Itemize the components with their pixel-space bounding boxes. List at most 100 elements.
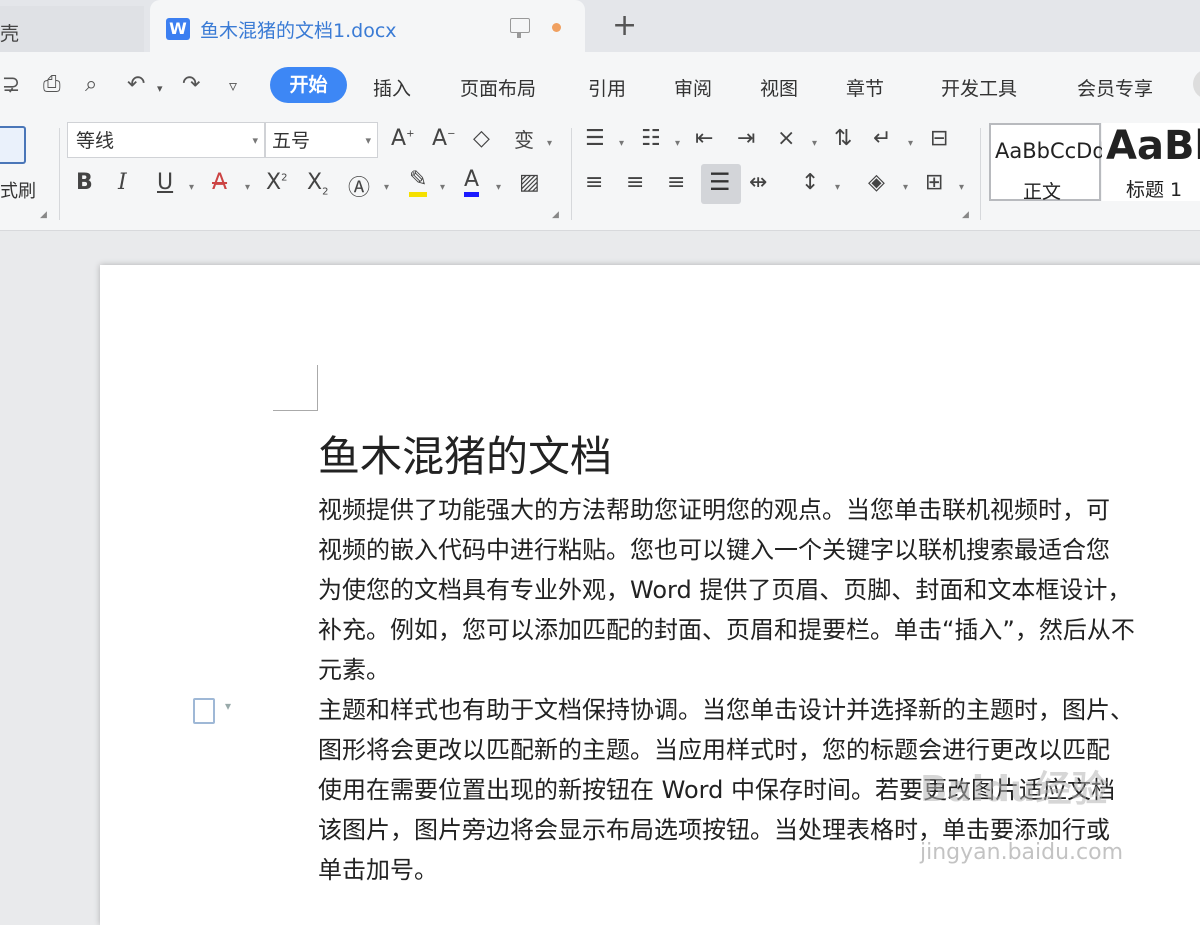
- text-line: 为使您的文档具有专业外观，Word 提供了页眉、页脚、封面和文本框设计，: [318, 576, 1132, 604]
- text-effect-dropdown-icon[interactable]: ▾: [384, 182, 389, 193]
- line-spacing-icon[interactable]: ↕: [801, 170, 819, 195]
- style-heading-1-name: 标题 1: [1126, 179, 1183, 201]
- highlight-icon[interactable]: ✎: [409, 168, 428, 197]
- highlight-dropdown-icon[interactable]: ▾: [440, 182, 445, 193]
- clipboard-launcher-icon[interactable]: ◢: [40, 210, 47, 220]
- ribbon-separator: [59, 128, 60, 220]
- new-tab-button[interactable]: +: [612, 8, 637, 43]
- style-normal-sample: AaBbCcDd: [995, 139, 1106, 163]
- text-line: 视频的嵌入代码中进行粘贴。您也可以键入一个关键字以联机搜索最适合您: [318, 536, 1110, 564]
- menu-section[interactable]: 章节: [846, 74, 884, 101]
- borders-icon[interactable]: ⊞: [925, 170, 943, 195]
- numbering-dropdown-icon[interactable]: ▾: [675, 138, 680, 149]
- menu-developer[interactable]: 开发工具: [941, 74, 1017, 101]
- user-avatar[interactable]: [1193, 69, 1200, 99]
- format-painter-label[interactable]: 式刷: [0, 177, 36, 203]
- undo-icon[interactable]: ↶: [127, 72, 145, 97]
- strikethrough-dropdown-icon[interactable]: ▾: [245, 182, 250, 193]
- watermark-logo: Baidu经验: [920, 769, 1108, 810]
- underline-dropdown-icon[interactable]: ▾: [189, 182, 194, 193]
- document-page[interactable]: 鱼木混猪的文档 视频提供了功能强大的方法帮助您证明您的观点。当您单击联机视频时，…: [100, 265, 1200, 925]
- undo-dropdown-icon[interactable]: ▾: [157, 82, 163, 95]
- chinese-layout-dropdown-icon[interactable]: ▾: [812, 138, 817, 149]
- text-line: 补充。例如，您可以添加匹配的封面、页眉和提要栏。单击“插入”，然后从不: [318, 616, 1135, 644]
- menu-references[interactable]: 引用: [588, 74, 626, 101]
- menu-review[interactable]: 审阅: [674, 74, 712, 101]
- distributed-align-icon[interactable]: ⇹: [749, 170, 767, 195]
- tab-previous[interactable]: 壳: [0, 6, 144, 52]
- watermark-url: jingyan.baidu.com: [920, 840, 1124, 865]
- italic-button[interactable]: I: [118, 170, 127, 195]
- page-corner-mark: [273, 410, 318, 411]
- menu-insert[interactable]: 插入: [373, 74, 411, 101]
- grow-font-icon[interactable]: A+: [391, 126, 414, 151]
- font-color-icon[interactable]: A: [464, 168, 480, 197]
- align-right-icon[interactable]: ≡: [667, 170, 685, 195]
- underline-button[interactable]: U: [157, 170, 173, 195]
- font-size-select[interactable]: 五号 ▾: [265, 122, 378, 158]
- numbering-icon[interactable]: ☷: [641, 126, 661, 151]
- bold-button[interactable]: B: [76, 170, 93, 195]
- ribbon: 式刷 ◢ 等线 ▾ 五号 ▾ A+ A− ◇ 变 ▾ B I U ▾ A ▾ X…: [0, 118, 1200, 231]
- style-normal-name: 正文: [1023, 181, 1062, 203]
- chinese-layout-icon[interactable]: ⨯: [777, 126, 795, 151]
- increase-indent-icon[interactable]: ⇥: [737, 126, 755, 151]
- style-normal[interactable]: AaBbCcDd 正文: [989, 123, 1106, 203]
- character-shading-icon[interactable]: ▨: [519, 170, 540, 195]
- text-line: 视频提供了功能强大的方法帮助您证明您的观点。当您单击联机视频时，可: [318, 496, 1110, 524]
- phonetic-dropdown-icon[interactable]: ▾: [547, 138, 552, 149]
- font-color-dropdown-icon[interactable]: ▾: [496, 182, 501, 193]
- justify-icon: ☰: [709, 168, 731, 196]
- shrink-font-icon[interactable]: A−: [432, 126, 455, 151]
- menu-view[interactable]: 视图: [760, 74, 798, 101]
- document-title[interactable]: 鱼木混猪的文档: [318, 423, 612, 484]
- word-doc-icon: W: [166, 18, 190, 40]
- justify-button[interactable]: ☰: [701, 164, 741, 204]
- bullets-dropdown-icon[interactable]: ▾: [619, 138, 624, 149]
- print-preview-icon[interactable]: ⌕: [85, 72, 97, 97]
- strikethrough-button[interactable]: A: [212, 170, 227, 195]
- line-spacing-dropdown-icon[interactable]: ▾: [835, 182, 840, 193]
- paragraph-1[interactable]: 视频提供了功能强大的方法帮助您证明您的观点。当您单击联机视频时，可 视频的嵌入代…: [318, 490, 1200, 690]
- menu-member[interactable]: 会员专享: [1077, 74, 1153, 101]
- monitor-icon[interactable]: [510, 18, 530, 38]
- text-line: 元素。: [318, 656, 390, 684]
- title-bar: 壳 W 鱼木混猪的文档1.docx +: [0, 0, 1200, 52]
- phonetic-guide-icon[interactable]: 变: [514, 124, 534, 153]
- align-left-icon[interactable]: ≡: [585, 170, 603, 195]
- bullets-icon[interactable]: ☰: [585, 126, 605, 151]
- sort-icon[interactable]: ⇅: [834, 126, 852, 151]
- format-painter-icon[interactable]: ⊋: [2, 72, 20, 97]
- paragraph-settings-icon[interactable]: [193, 698, 231, 724]
- tab-document-title: 鱼木混猪的文档1.docx: [200, 20, 397, 42]
- borders-dropdown-icon[interactable]: ▾: [959, 182, 964, 193]
- text-effect-icon[interactable]: Ⓐ: [348, 170, 370, 202]
- align-center-icon[interactable]: ≡: [626, 170, 644, 195]
- superscript-button[interactable]: X2: [266, 170, 287, 195]
- menu-bar: ⊋ ⎙ ⌕ ↶ ▾ ↷ ▿ 开始 插入 页面布局 引用 审阅 视图 章节 开发工…: [0, 52, 1200, 118]
- style-heading-1-sample: AaBb: [1106, 123, 1200, 169]
- shading-dropdown-icon[interactable]: ▾: [903, 182, 908, 193]
- font-name-select[interactable]: 等线 ▾: [67, 122, 265, 158]
- menu-home[interactable]: 开始: [270, 67, 347, 103]
- table-tools-icon[interactable]: ⊟: [930, 126, 948, 151]
- tab-previous-label: 壳: [0, 23, 20, 45]
- clear-format-icon[interactable]: ◇: [473, 126, 490, 151]
- print-icon[interactable]: ⎙: [43, 72, 61, 97]
- style-heading-1[interactable]: AaBb 标题 1: [1102, 123, 1200, 201]
- decrease-indent-icon[interactable]: ⇤: [695, 126, 713, 151]
- show-marks-dropdown-icon[interactable]: ▾: [908, 138, 913, 149]
- paragraph-launcher-icon[interactable]: ◢: [962, 210, 969, 220]
- show-marks-icon[interactable]: ↵: [873, 126, 891, 151]
- shading-icon[interactable]: ◈: [868, 170, 885, 195]
- menu-page-layout[interactable]: 页面布局: [460, 74, 536, 101]
- font-launcher-icon[interactable]: ◢: [552, 210, 559, 220]
- chevron-down-icon: ▾: [365, 134, 371, 147]
- format-painter-brush-icon[interactable]: [0, 126, 26, 164]
- customize-toolbar-icon[interactable]: ▿: [229, 76, 237, 95]
- subscript-button[interactable]: X2: [307, 170, 328, 197]
- font-size-value: 五号: [272, 130, 311, 152]
- ribbon-separator: [980, 128, 981, 220]
- redo-icon[interactable]: ↷: [182, 72, 200, 97]
- tab-document[interactable]: W 鱼木混猪的文档1.docx: [150, 0, 585, 52]
